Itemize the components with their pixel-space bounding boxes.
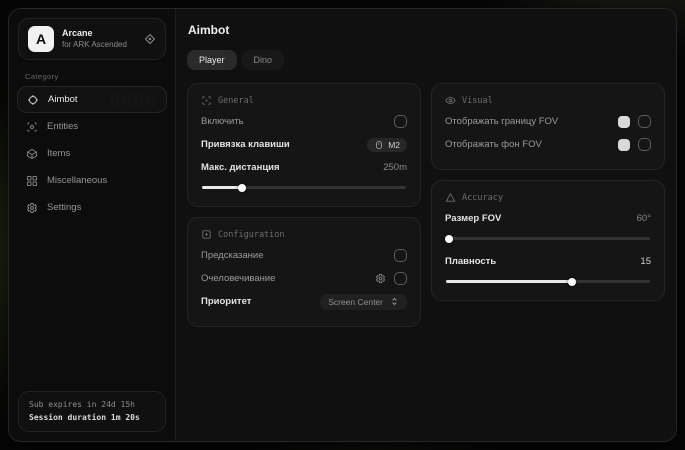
keybind-value: M2: [388, 140, 400, 150]
fov-bg-checkbox[interactable]: [638, 138, 651, 151]
crosshair-icon: [27, 94, 39, 106]
tab-bar: Player Dino: [187, 50, 665, 70]
gear-icon[interactable]: [375, 273, 386, 284]
enable-label: Включить: [201, 116, 244, 127]
fov-size-slider[interactable]: [446, 237, 650, 240]
session-duration-text: Session duration 1m 20s: [29, 412, 155, 424]
sidebar-item-aimbot[interactable]: Aimbot: [17, 86, 167, 113]
app-subtitle: for ARK Ascended: [62, 40, 136, 50]
sidebar-item-label: Settings: [47, 202, 81, 213]
selector-icon: [390, 297, 399, 306]
sidebar-item-miscellaneous[interactable]: Miscellaneous: [17, 167, 167, 194]
sidebar-item-items[interactable]: Items: [17, 140, 167, 167]
humanize-checkbox[interactable]: [394, 272, 407, 285]
max-distance-slider[interactable]: [202, 186, 406, 189]
sidebar: A Arcane for ARK Ascended Category Aimbo…: [9, 9, 176, 441]
grid-icon: [26, 175, 38, 187]
smoothness-slider[interactable]: [446, 280, 650, 283]
card-title: Accuracy: [462, 193, 503, 203]
main-panel: Aimbot Player Dino General: [176, 9, 676, 441]
triangle-icon: [445, 192, 456, 203]
brand-card: A Arcane for ARK Ascended: [18, 18, 166, 60]
sidebar-item-label: Miscellaneous: [47, 175, 107, 186]
sidebar-nav: Aimbot Entities Items: [9, 86, 175, 221]
card-title: Visual: [462, 96, 493, 106]
keybind-label: Привязка клавиши: [201, 139, 290, 150]
active-item-watermark: [110, 93, 158, 107]
card-title: General: [218, 96, 254, 106]
slider-thumb[interactable]: [445, 235, 453, 243]
app-name: Arcane: [62, 28, 136, 39]
sidebar-item-label: Entities: [47, 121, 78, 132]
prediction-checkbox[interactable]: [394, 249, 407, 262]
app-window: A Arcane for ARK Ascended Category Aimbo…: [8, 8, 677, 442]
general-card: General Включить Привязка клавиши: [187, 83, 421, 207]
category-label: Category: [25, 72, 159, 81]
config-box-icon: [201, 229, 212, 240]
fov-border-checkbox[interactable]: [638, 115, 651, 128]
page-title: Aimbot: [188, 23, 665, 37]
card-title: Configuration: [218, 230, 285, 240]
humanize-label: Очеловечивание: [201, 273, 275, 284]
slider-thumb[interactable]: [238, 184, 246, 192]
mouse-icon: [374, 140, 384, 150]
fov-bg-label: Отображать фон FOV: [445, 139, 542, 150]
priority-label: Приоритет: [201, 296, 251, 307]
package-icon: [26, 148, 38, 160]
sub-expires-text: Sub expires in 24d 15h: [29, 399, 155, 411]
max-distance-label: Макс. дистанция: [201, 162, 280, 173]
prediction-label: Предсказание: [201, 250, 264, 261]
scan-target-icon: [201, 95, 212, 106]
sidebar-item-label: Items: [47, 148, 70, 159]
visual-card: Visual Отображать границу FOV Отображать…: [431, 83, 665, 170]
entities-icon: [26, 121, 38, 133]
smoothness-value: 15: [640, 256, 651, 267]
subscription-status-card: Sub expires in 24d 15h Session duration …: [18, 391, 166, 432]
fov-border-color-swatch[interactable]: [618, 116, 630, 128]
tab-player[interactable]: Player: [187, 50, 237, 70]
sidebar-item-settings[interactable]: Settings: [17, 194, 167, 221]
app-logo: A: [28, 26, 54, 52]
gear-icon: [26, 202, 38, 214]
sidebar-item-label: Aimbot: [48, 94, 78, 105]
fov-border-label: Отображать границу FOV: [445, 116, 558, 127]
priority-dropdown[interactable]: Screen Center: [320, 294, 407, 310]
fov-size-value: 60°: [637, 213, 651, 224]
sidebar-item-entities[interactable]: Entities: [17, 113, 167, 140]
accuracy-card: Accuracy Размер FOV 60° Плавность: [431, 180, 665, 301]
smoothness-label: Плавность: [445, 256, 496, 267]
enable-checkbox[interactable]: [394, 115, 407, 128]
priority-value: Screen Center: [328, 297, 383, 307]
configuration-card: Configuration Предсказание Очеловечивани…: [187, 217, 421, 327]
tab-dino[interactable]: Dino: [242, 50, 285, 70]
keybind-button[interactable]: M2: [367, 138, 407, 152]
max-distance-value: 250m: [383, 162, 407, 173]
eye-icon: [445, 95, 456, 106]
slider-thumb[interactable]: [568, 278, 576, 286]
target-icon[interactable]: [144, 33, 156, 45]
fov-size-label: Размер FOV: [445, 213, 501, 224]
fov-bg-color-swatch[interactable]: [618, 139, 630, 151]
